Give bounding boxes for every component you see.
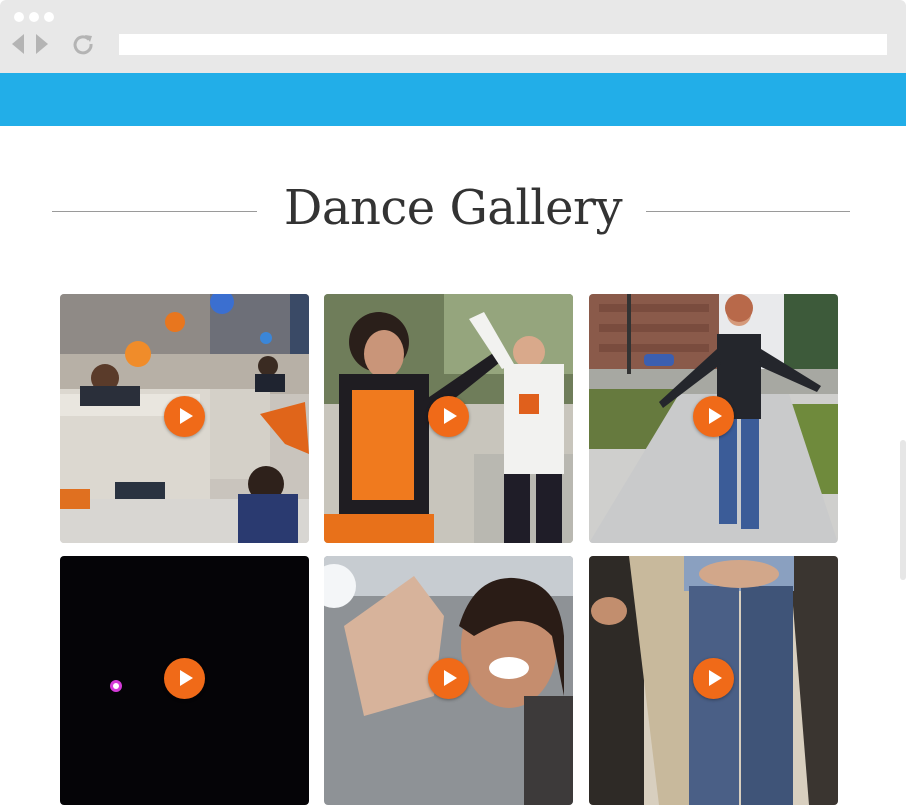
video-thumbnail-5[interactable] — [324, 556, 573, 805]
video-thumbnail-2[interactable] — [324, 294, 573, 543]
play-icon[interactable] — [164, 396, 205, 437]
video-thumbnail-6[interactable] — [589, 556, 838, 805]
play-icon[interactable] — [428, 658, 469, 699]
video-thumbnail-4[interactable] — [60, 556, 309, 805]
browser-chrome — [0, 0, 906, 73]
window-maximize-dot[interactable] — [44, 12, 54, 22]
play-icon[interactable] — [164, 658, 205, 699]
play-icon[interactable] — [428, 396, 469, 437]
play-icon[interactable] — [693, 396, 734, 437]
window-close-dot[interactable] — [14, 12, 24, 22]
video-thumbnail-1[interactable] — [60, 294, 309, 543]
forward-arrow-icon[interactable] — [36, 34, 48, 54]
window-minimize-dot[interactable] — [29, 12, 39, 22]
back-arrow-icon[interactable] — [12, 34, 24, 54]
video-thumbnail-3[interactable] — [589, 294, 838, 543]
page-title: Dance Gallery — [283, 180, 623, 236]
address-bar-input[interactable] — [119, 34, 887, 55]
play-icon[interactable] — [693, 658, 734, 699]
site-header-bar — [0, 73, 906, 126]
reload-icon[interactable] — [72, 33, 94, 55]
page-scrollbar[interactable] — [900, 440, 906, 580]
